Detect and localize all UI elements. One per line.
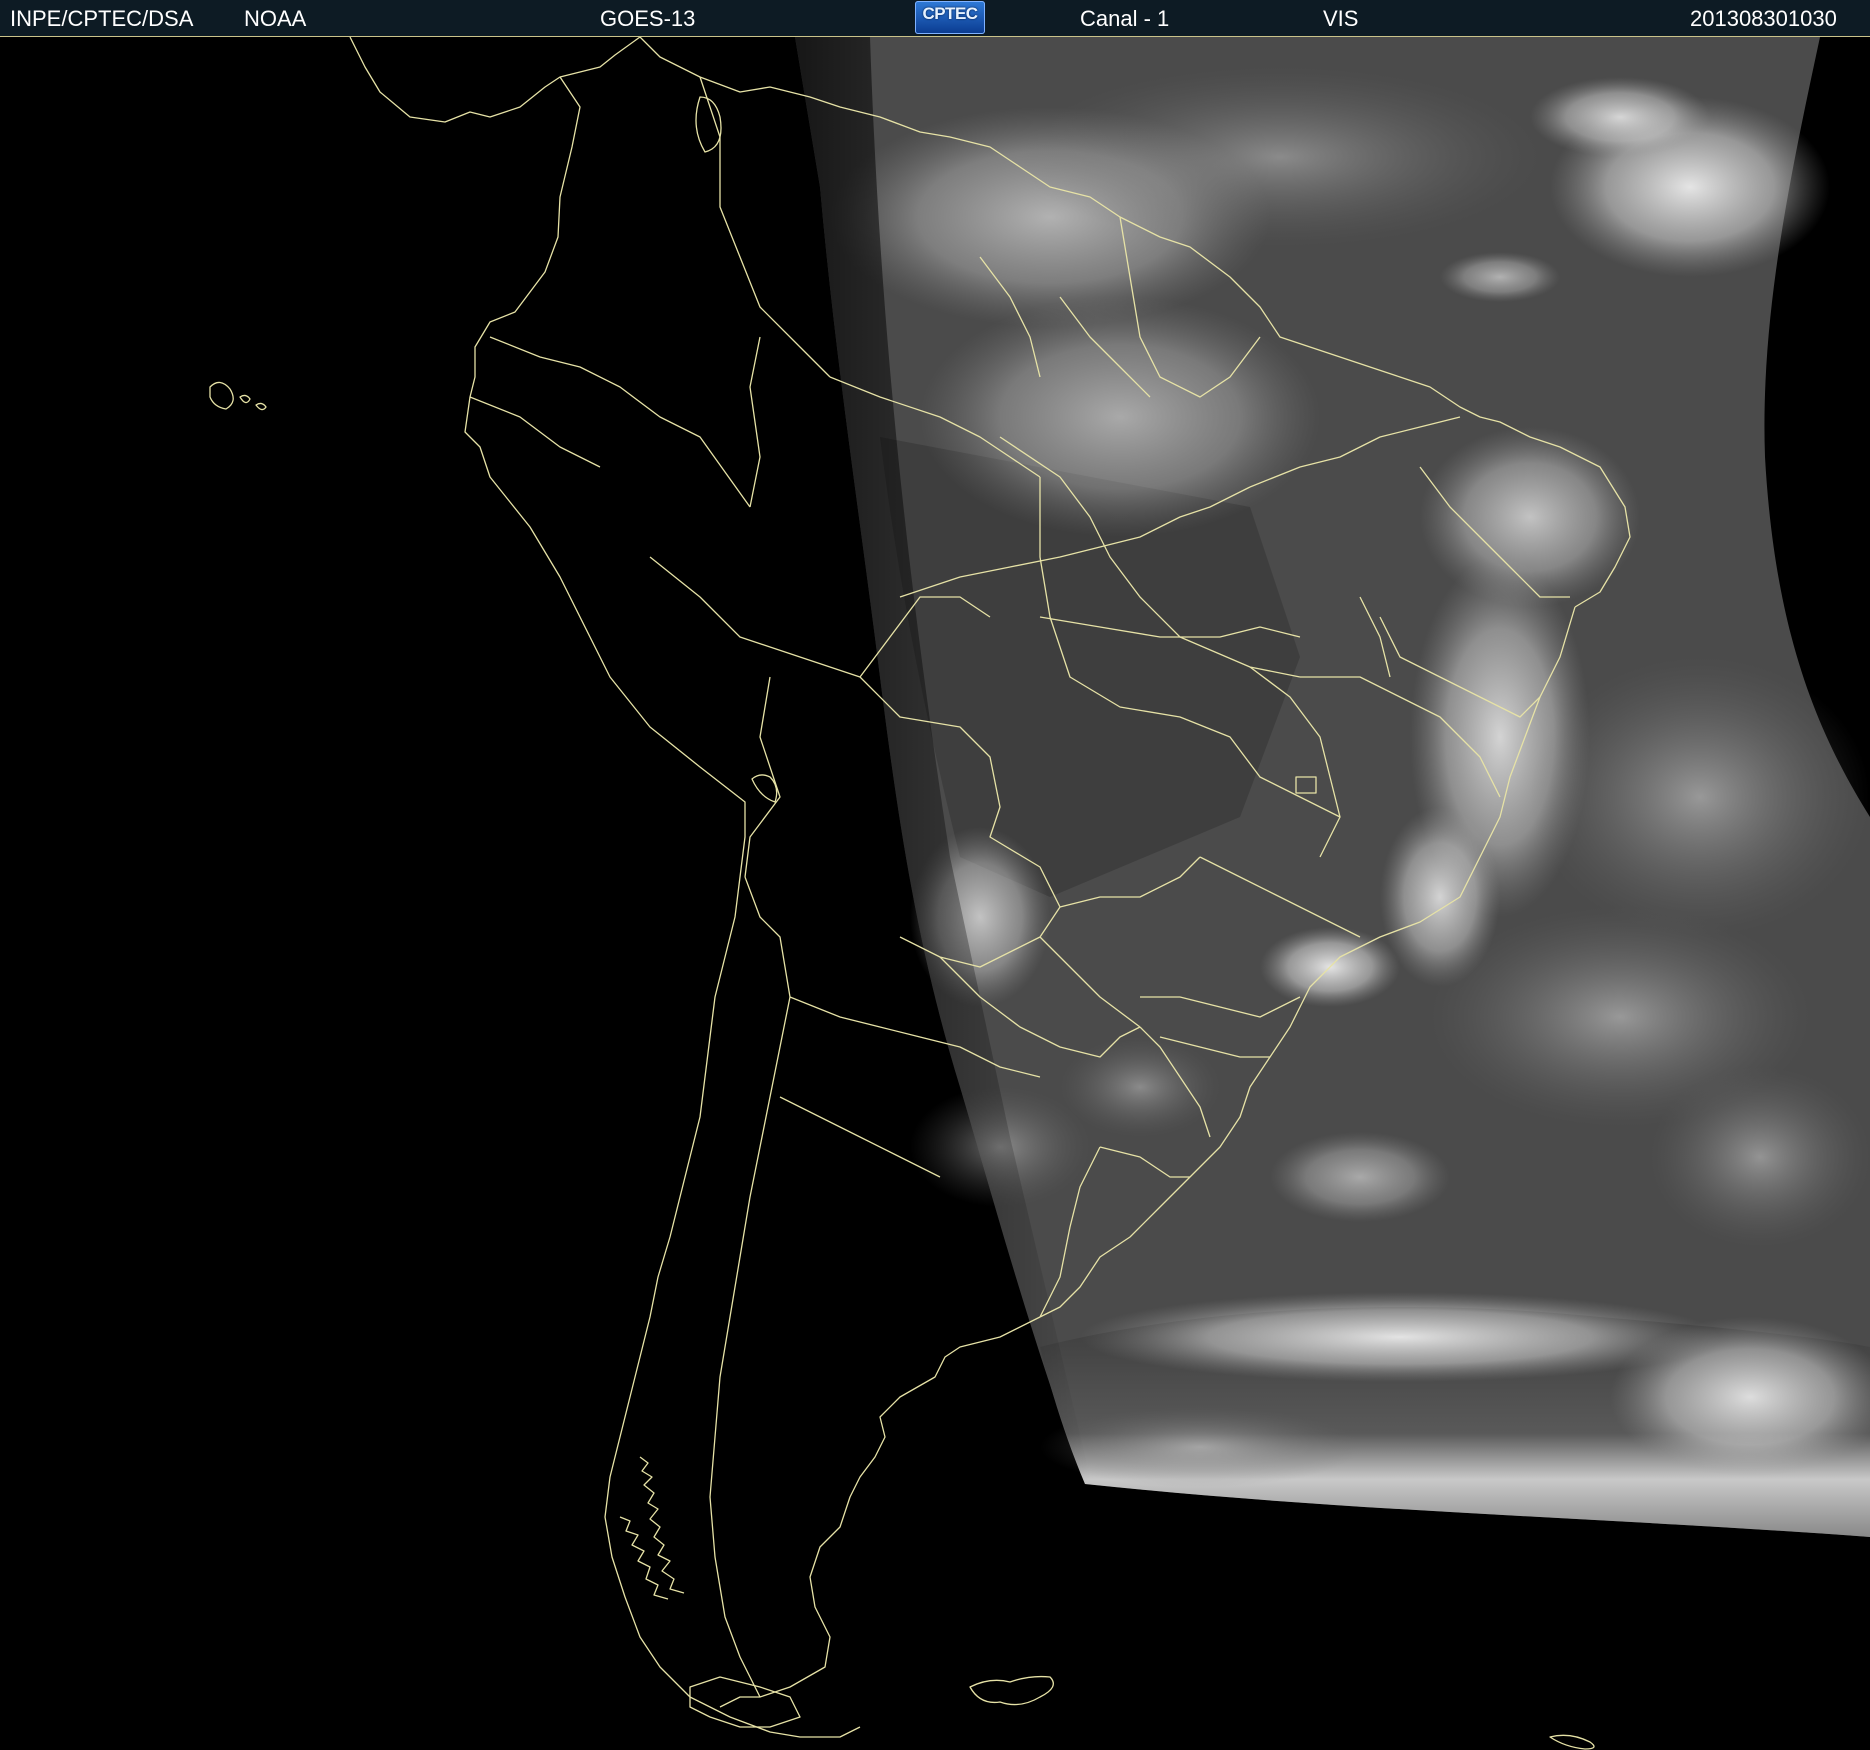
ecuador-peru-border <box>469 396 601 468</box>
pacific-coast <box>464 76 861 1738</box>
lake-maracaibo <box>695 96 722 153</box>
falkland-islands <box>969 1675 1054 1706</box>
chilean-fjords-2 <box>619 1516 669 1600</box>
header-bar: INPE/CPTEC/DSA NOAA GOES-13 CPTEC Canal … <box>0 0 1870 37</box>
colombia-brazil-border <box>749 336 761 508</box>
channel-label: Canal - 1 <box>1080 6 1170 31</box>
lake-titicaca <box>751 774 778 803</box>
logo-text: CPTEC <box>922 4 978 23</box>
timestamp-label: 201308301030 <box>1690 6 1837 31</box>
satellite-map <box>209 37 1870 1750</box>
source-label: INPE/CPTEC/DSA <box>10 6 194 31</box>
galapagos-islands <box>209 381 267 411</box>
peru-bolivia-border <box>744 676 781 878</box>
central-america-coast <box>349 37 641 123</box>
argentina-coast <box>719 1316 1041 1708</box>
tierra-del-fuego <box>689 1676 801 1728</box>
agency-label: NOAA <box>244 6 307 31</box>
chile-argentina-border <box>709 876 791 1698</box>
cptec-logo: CPTEC <box>915 1 985 34</box>
colombia-peru-border <box>489 336 751 508</box>
south-georgia <box>1549 1734 1595 1750</box>
satellite-label: GOES-13 <box>600 6 696 31</box>
band-label: VIS <box>1323 6 1359 31</box>
satellite-image <box>0 37 1870 1750</box>
chilean-fjords <box>639 1456 685 1594</box>
